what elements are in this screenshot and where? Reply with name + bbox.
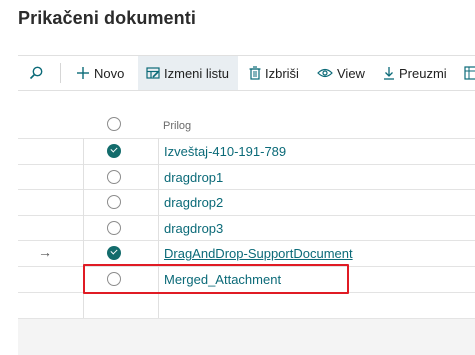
column-header-prilog[interactable]: Prilog [163, 120, 191, 132]
eye-icon [317, 67, 333, 79]
toolbar-divider [60, 63, 61, 83]
row-select-checkbox[interactable] [107, 144, 121, 158]
delete-button[interactable]: Izbriši [249, 56, 299, 90]
row-select-checkbox[interactable] [107, 246, 121, 260]
row-select-checkbox[interactable] [107, 221, 121, 235]
action-toolbar: Novo Izmeni listu Izbriši View Preuzmi [18, 55, 475, 91]
download-button-label: Preuzmi [399, 65, 447, 81]
attachment-link[interactable]: Izveštaj-410-191-789 [164, 144, 286, 159]
current-row-arrow-icon: → [38, 244, 52, 260]
new-button-label: Novo [94, 65, 125, 81]
attachment-link[interactable]: dragdrop3 [164, 221, 223, 236]
list-footer [18, 318, 475, 355]
highlight-box [83, 264, 349, 294]
delete-button-label: Izbriši [265, 65, 299, 81]
list-header: Prilog [18, 104, 475, 138]
attachment-link[interactable]: DragAndDrop-SupportDocument [164, 246, 353, 261]
list-item-current[interactable]: → DragAndDrop-SupportDocument [18, 240, 475, 266]
edit-grid-icon [146, 66, 160, 80]
download-icon [383, 66, 395, 80]
edit-list-label: Izmeni listu [164, 65, 230, 81]
download-button[interactable]: Preuzmi [383, 56, 447, 90]
attachment-link[interactable]: dragdrop1 [164, 170, 223, 185]
list-item[interactable]: dragdrop2 [18, 189, 475, 215]
search-button[interactable] [24, 56, 48, 90]
view-button[interactable]: View [317, 56, 365, 90]
edit-list-button[interactable]: Izmeni listu [138, 56, 238, 90]
trash-icon [249, 66, 261, 80]
page-title: Prikačeni dokumenti [18, 8, 196, 28]
list-item[interactable]: Izveštaj-410-191-789 [18, 138, 475, 164]
row-select-checkbox[interactable] [107, 195, 121, 209]
excel-icon [464, 66, 475, 80]
plus-icon [76, 66, 90, 80]
list-item[interactable]: dragdrop3 [18, 215, 475, 241]
search-icon [29, 66, 43, 80]
view-button-label: View [337, 65, 365, 81]
row-select-checkbox[interactable] [107, 170, 121, 184]
list-item-empty[interactable] [18, 292, 475, 318]
attachment-link[interactable]: dragdrop2 [164, 195, 223, 210]
more-actions-button[interactable] [464, 56, 475, 90]
select-all-checkbox[interactable] [107, 117, 121, 131]
list-item[interactable]: dragdrop1 [18, 164, 475, 190]
new-button[interactable]: Novo [76, 56, 124, 90]
